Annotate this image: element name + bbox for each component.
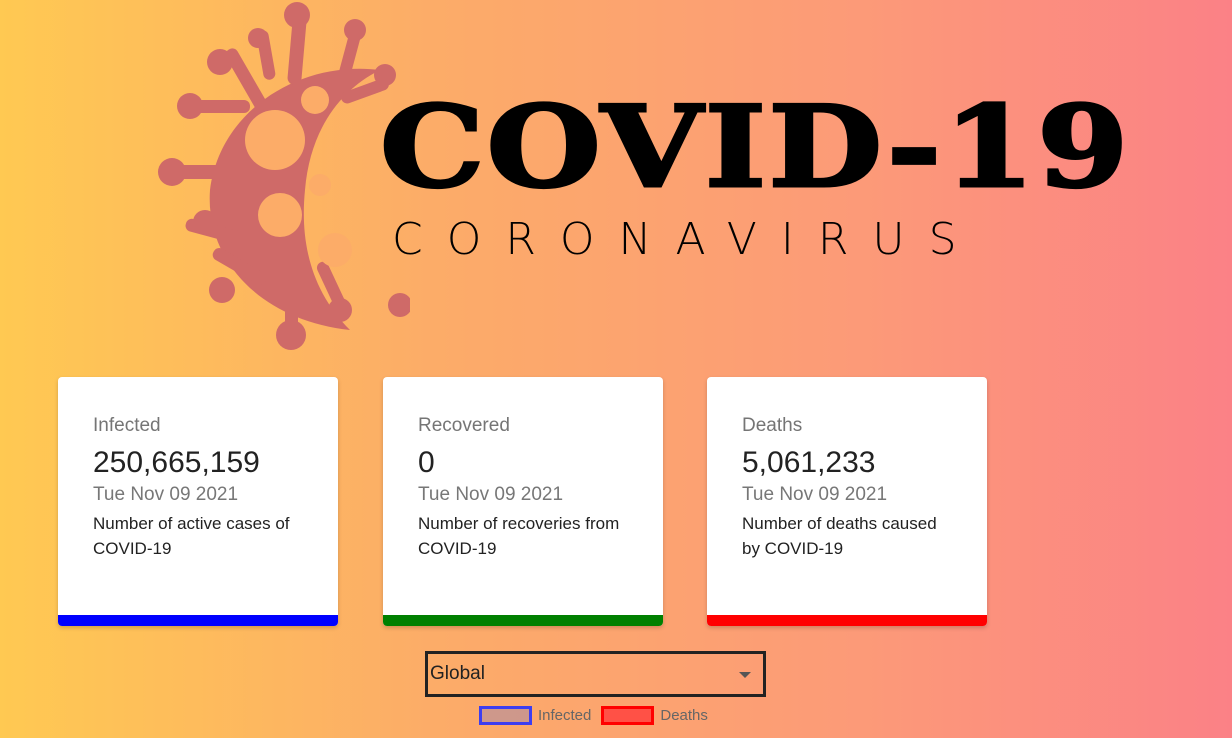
recovered-card: Recovered 0 Tue Nov 09 2021 Number of re… xyxy=(383,377,663,626)
card-description: Number of recoveries from COVID-19 xyxy=(418,514,620,558)
card-value: 250,665,159 xyxy=(93,446,260,479)
legend-label-infected: Infected xyxy=(538,707,592,724)
country-select-value: Global xyxy=(430,663,485,684)
card-label: Infected xyxy=(93,415,161,436)
card-value: 5,061,233 xyxy=(742,446,876,479)
logo-subtitle: CORONAVIRUS xyxy=(392,214,981,265)
card-description: Number of active cases of COVID-19 xyxy=(93,514,290,558)
card-date: Tue Nov 09 2021 xyxy=(93,484,239,505)
card-description: Number of deaths caused by COVID-19 xyxy=(742,514,937,558)
legend-item-infected[interactable]: Infected xyxy=(479,706,591,725)
covid-logo: COVID-19 CORONAVIRUS xyxy=(150,0,1130,355)
card-value: 0 xyxy=(418,446,435,479)
country-select[interactable]: Global xyxy=(425,651,766,697)
recovered-color-bar xyxy=(383,615,663,626)
deaths-card: Deaths 5,061,233 Tue Nov 09 2021 Number … xyxy=(707,377,987,626)
deaths-color-bar xyxy=(707,615,987,626)
card-date: Tue Nov 09 2021 xyxy=(418,484,564,505)
card-label: Deaths xyxy=(742,415,803,436)
legend-swatch-infected xyxy=(479,706,532,725)
infected-color-bar xyxy=(58,615,338,626)
virus-icon xyxy=(158,2,410,350)
card-label: Recovered xyxy=(418,415,510,436)
legend-item-deaths[interactable]: Deaths xyxy=(601,706,708,725)
logo-title: COVID-19 xyxy=(378,82,1131,213)
legend-label-deaths: Deaths xyxy=(660,707,708,724)
infected-card: Infected 250,665,159 Tue Nov 09 2021 Num… xyxy=(58,377,338,626)
legend-swatch-deaths xyxy=(601,706,655,725)
card-date: Tue Nov 09 2021 xyxy=(742,484,888,505)
chevron-down-icon xyxy=(739,672,751,678)
chart-legend: Infected Deaths xyxy=(479,706,718,725)
